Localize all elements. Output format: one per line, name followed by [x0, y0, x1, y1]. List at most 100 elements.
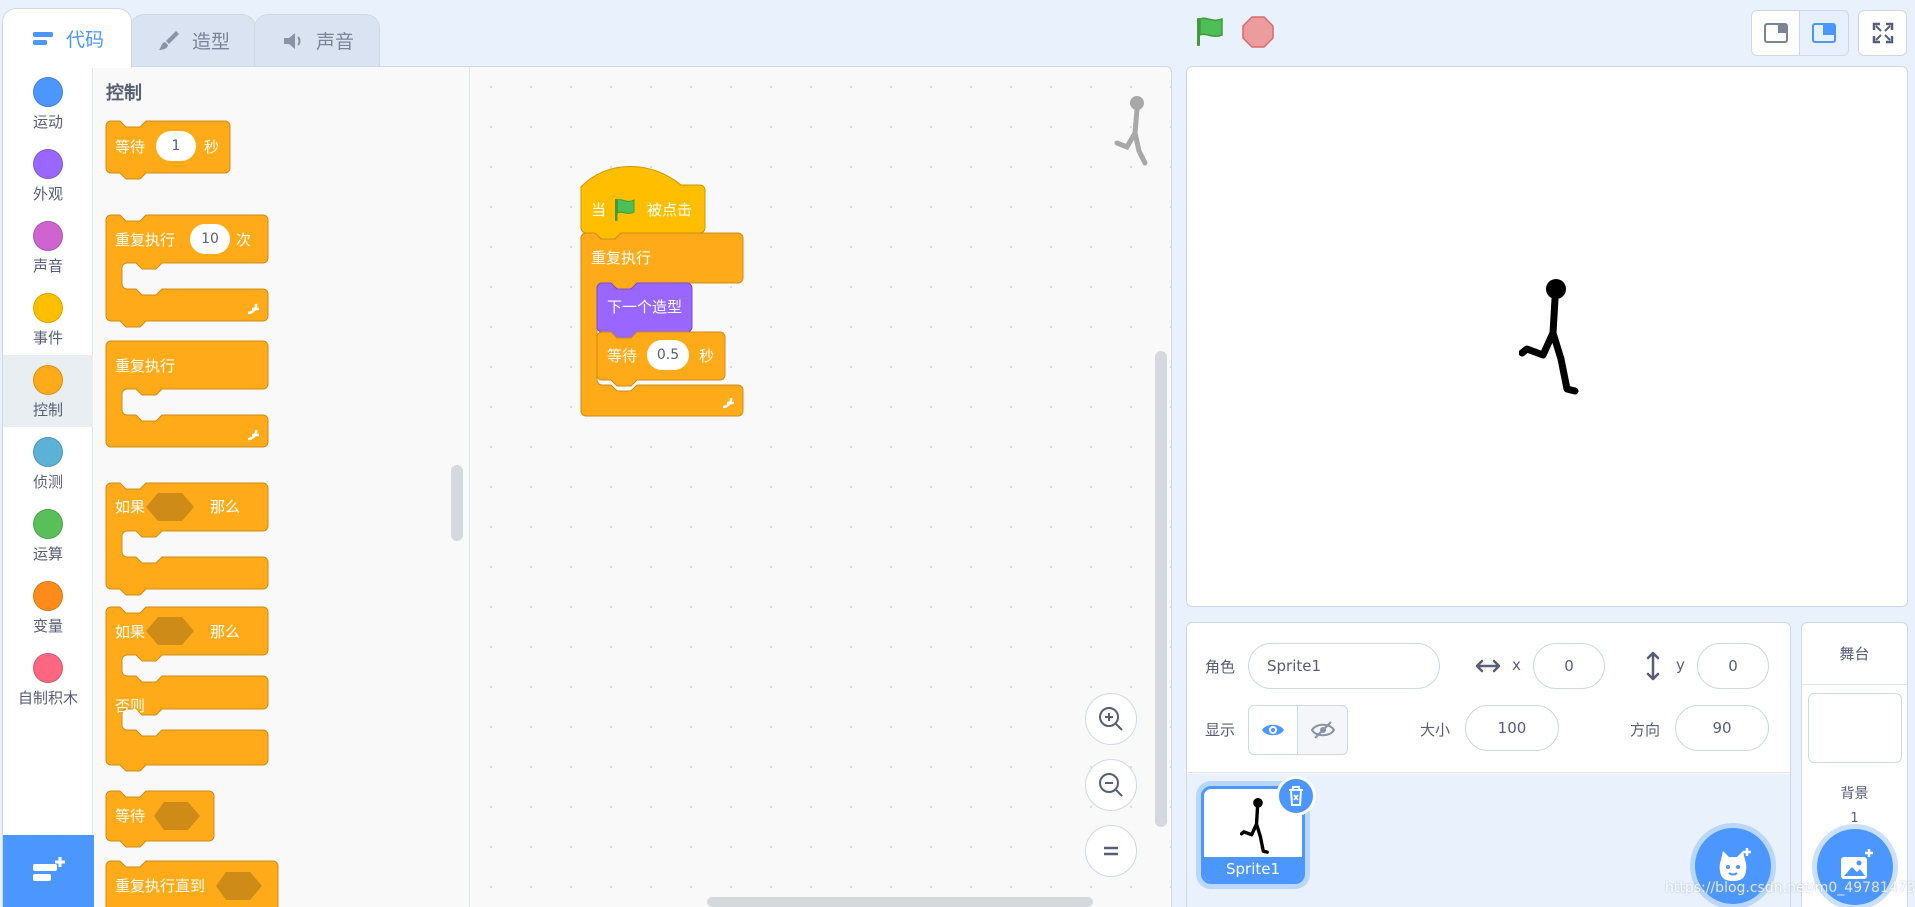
script-forever-label: 重复执行	[591, 249, 652, 267]
size-label: 大小	[1420, 721, 1451, 739]
sprite-name-input[interactable]: Sprite1	[1248, 643, 1440, 689]
show-label: 显示	[1205, 721, 1236, 739]
green-flag-button[interactable]	[1192, 14, 1228, 50]
category-menu: 运动 外观 声音 事件 控制 侦测 运算 变量 自制积木	[3, 67, 95, 907]
code-area: 运动 外观 声音 事件 控制 侦测 运算 变量 自制积木 控制 等待 1 秒 重…	[2, 66, 1172, 907]
block-repeat-until-label: 重复执行直到	[115, 877, 206, 895]
zoom-out-icon	[1099, 773, 1123, 797]
block-wait-unit: 秒	[204, 138, 220, 156]
category-dot	[33, 653, 63, 683]
visibility-toggle	[1248, 705, 1348, 755]
workspace-horizontal-scrollbar[interactable]	[707, 897, 1093, 907]
show-button[interactable]	[1248, 705, 1298, 755]
backdrop-count: 1	[1850, 811, 1859, 826]
brush-icon	[158, 30, 179, 50]
category-operators[interactable]: 运算	[3, 499, 93, 571]
eye-icon	[1262, 724, 1284, 736]
tab-code[interactable]: 代码	[2, 8, 132, 68]
x-label: x	[1512, 656, 1521, 674]
direction-label: 方向	[1630, 721, 1661, 739]
workspace-vertical-scrollbar[interactable]	[1155, 351, 1167, 827]
block-repeat-unit: 次	[236, 231, 252, 249]
stage-layout-toggle	[1751, 10, 1849, 56]
size-input[interactable]: 100	[1465, 705, 1559, 751]
block-forever-label: 重复执行	[115, 357, 176, 375]
category-variables[interactable]: 变量	[3, 571, 93, 643]
tab-code-label: 代码	[65, 29, 104, 51]
stage-target-pane[interactable]: 舞台 背景 1	[1801, 622, 1908, 907]
script-wait-unit: 秒	[699, 347, 715, 365]
delete-sprite-button[interactable]	[1276, 776, 1316, 816]
zoom-out-button[interactable]	[1085, 759, 1137, 811]
category-control[interactable]: 控制	[3, 355, 93, 427]
speaker-icon	[283, 32, 301, 49]
tab-costumes-label: 造型	[191, 31, 230, 53]
block-wait-label: 等待	[115, 138, 146, 156]
palette-scrollbar[interactable]	[451, 465, 463, 541]
stage-pane-title: 舞台	[1802, 623, 1907, 685]
sprite-thumbnail-name: Sprite1	[1204, 857, 1302, 881]
green-flag-icon	[1197, 17, 1223, 46]
block-repeat-input[interactable]: 10	[190, 224, 230, 254]
stop-icon	[1242, 16, 1274, 48]
small-stage-button[interactable]	[1751, 10, 1800, 56]
category-motion[interactable]: 运动	[3, 67, 93, 139]
palette-title: 控制	[106, 83, 142, 104]
sprite-indicator-icon	[1114, 96, 1148, 166]
category-sensing[interactable]: 侦测	[3, 427, 93, 499]
category-my-blocks[interactable]: 自制积木	[3, 643, 93, 715]
normal-stage-icon	[1812, 23, 1836, 43]
tab-sounds-label: 声音	[315, 31, 354, 53]
watermark: https://blog.csdn.net/m0_49781473	[1665, 880, 1915, 896]
stop-button[interactable]	[1240, 14, 1276, 50]
y-input[interactable]: 0	[1697, 643, 1769, 689]
horizontal-arrows-icon	[1475, 659, 1501, 673]
direction-input[interactable]: 90	[1675, 705, 1769, 751]
category-dot	[33, 509, 63, 539]
tab-sounds[interactable]: 声音	[254, 14, 380, 66]
hat-clicked-label: 被点击	[647, 201, 693, 219]
script-wait-label: 等待	[607, 347, 638, 365]
zoom-reset-button[interactable]	[1085, 825, 1137, 877]
block-if-else-label: 如果	[115, 623, 146, 641]
tab-costumes[interactable]: 造型	[130, 14, 256, 66]
script-wait-input[interactable]: 0.5	[647, 340, 689, 370]
sprite-properties: 角色 Sprite1 x 0 y 0 显示 大小 100 方向 90	[1187, 623, 1790, 773]
zoom-in-icon	[1099, 707, 1123, 731]
block-wait-input[interactable]: 1	[156, 131, 196, 161]
sprite-info-pane: 角色 Sprite1 x 0 y 0 显示 大小 100 方向 90 Sprit…	[1186, 622, 1791, 907]
hat-when-label: 当	[591, 201, 607, 219]
zoom-in-button[interactable]	[1085, 693, 1137, 745]
block-repeat-label: 重复执行	[115, 231, 176, 249]
trash-icon	[1289, 786, 1303, 806]
block-if-label: 如果	[115, 498, 146, 516]
block-then-label: 那么	[210, 498, 241, 516]
stage-canvas[interactable]	[1186, 66, 1908, 607]
vertical-arrows-icon	[1646, 651, 1660, 681]
sprite-on-stage[interactable]	[1519, 277, 1589, 401]
category-dot	[33, 581, 63, 611]
category-sound[interactable]: 声音	[3, 211, 93, 283]
add-extension-button[interactable]	[3, 835, 95, 907]
hide-button[interactable]	[1298, 705, 1348, 755]
stage-thumbnail[interactable]	[1808, 693, 1902, 763]
block-else-label: 否则	[115, 697, 146, 715]
normal-stage-button[interactable]	[1800, 10, 1849, 56]
add-extension-icon	[33, 857, 65, 881]
backdrop-label: 背景	[1840, 786, 1869, 802]
fullscreen-icon	[1872, 22, 1893, 44]
y-label: y	[1676, 656, 1685, 674]
equals-icon	[1104, 846, 1118, 856]
code-icon	[32, 31, 53, 45]
category-dot	[33, 77, 63, 107]
category-events[interactable]: 事件	[3, 283, 93, 355]
category-looks[interactable]: 外观	[3, 139, 93, 211]
script-workspace[interactable]: 当 被点击 重复执行 下一个造型 等待 0.5 秒	[471, 67, 1171, 907]
category-dot	[33, 149, 63, 179]
x-input[interactable]: 0	[1533, 643, 1605, 689]
category-dot	[33, 293, 63, 323]
fullscreen-button[interactable]	[1858, 10, 1907, 56]
small-stage-icon	[1763, 23, 1788, 43]
sprite-thumbnail-image	[1240, 797, 1269, 854]
sprite-name-label: 角色	[1205, 658, 1236, 676]
